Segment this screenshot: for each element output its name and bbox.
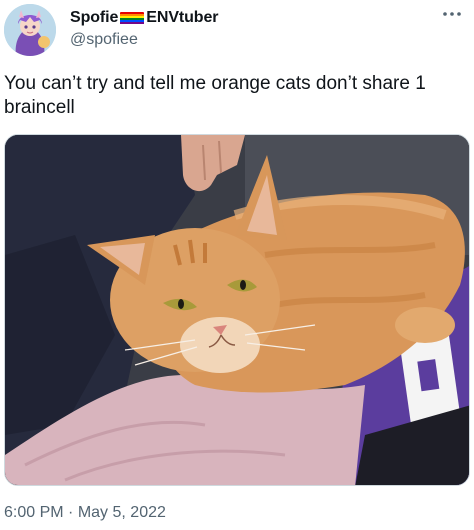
display-name-part2[interactable]: ENVtuber [146, 9, 218, 27]
tweet-card: Spofie ENVtuber @spofiee You can’t try a… [0, 0, 474, 530]
more-options-icon[interactable] [440, 6, 464, 26]
user-handle[interactable]: @spofiee [70, 31, 138, 49]
tweet-timestamp[interactable]: 6:00 PM · May 5, 2022 [4, 504, 166, 522]
display-name-part1[interactable]: Spofie [70, 9, 118, 27]
rainbow-flag-icon [120, 11, 145, 25]
ellipsis-icon [443, 12, 461, 16]
display-name[interactable]: Spofie ENVtuber [70, 8, 219, 28]
timestamp-separator: · [68, 504, 74, 521]
avatar-icon [4, 4, 56, 56]
tweet-image[interactable] [4, 134, 470, 486]
orange-cat-photo-icon [5, 135, 469, 485]
tweet-date[interactable]: May 5, 2022 [78, 504, 166, 521]
tweet-text: You can’t try and tell me orange cats do… [4, 73, 426, 118]
tweet-time[interactable]: 6:00 PM [4, 504, 64, 521]
avatar[interactable] [4, 4, 56, 56]
